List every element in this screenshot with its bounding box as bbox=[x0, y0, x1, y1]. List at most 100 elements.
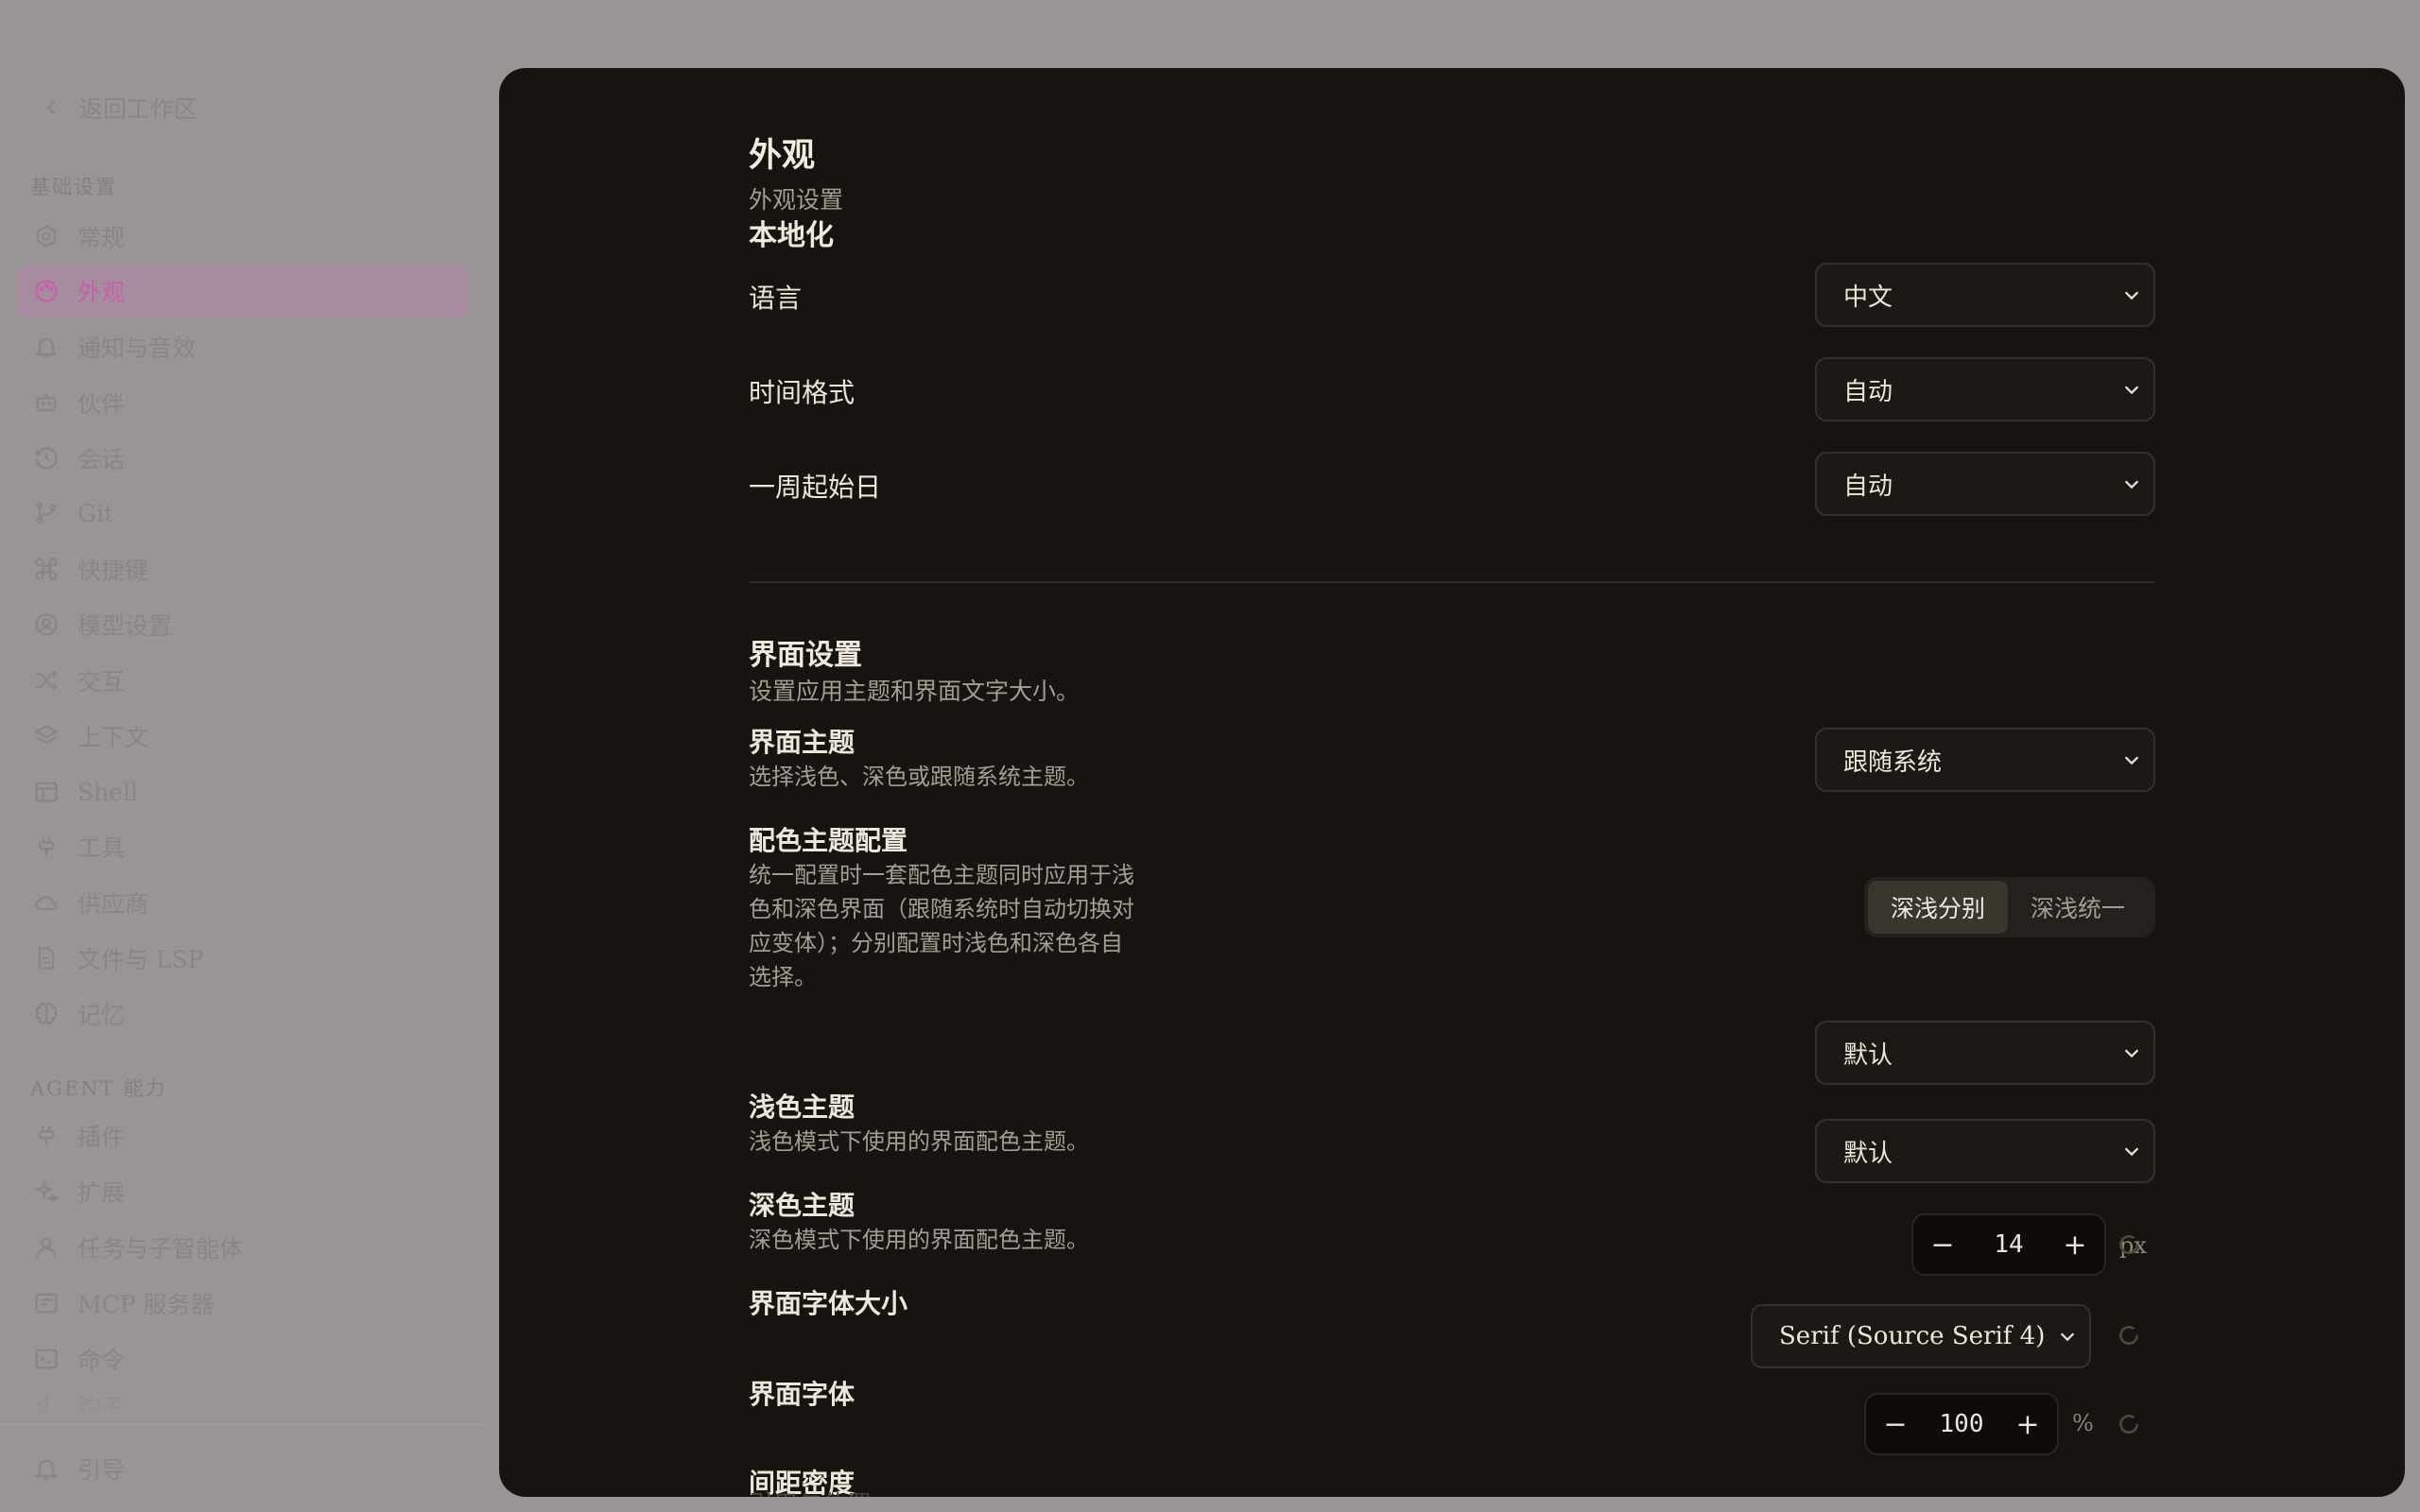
sidebar-item-companion[interactable]: 伙伴 bbox=[17, 376, 469, 429]
decrement-button[interactable]: − bbox=[1927, 1228, 1959, 1262]
sidebar-item-sessions[interactable]: 会话 bbox=[17, 432, 469, 485]
color-config-label: 配色主题配置 bbox=[749, 825, 908, 856]
sidebar-item-label: 快捷键 bbox=[78, 557, 149, 584]
sidebar-item-label: 上下文 bbox=[78, 724, 149, 751]
density-value[interactable]: 100 bbox=[1940, 1410, 1984, 1438]
shuffle-icon bbox=[32, 666, 60, 695]
color-config-segmented-control: 深浅分别 深浅统一 bbox=[1864, 877, 2155, 937]
terminal-icon bbox=[32, 1345, 60, 1373]
sidebar-item-label: 命令 bbox=[78, 1347, 126, 1374]
sidebar-item-label: 记忆 bbox=[78, 1002, 126, 1029]
chevron-down-icon bbox=[2124, 1049, 2139, 1058]
bell-icon bbox=[32, 1454, 60, 1483]
sidebar-item-label: Git bbox=[78, 499, 114, 527]
page-title: 外观 bbox=[749, 136, 816, 175]
sidebar-item-plugins[interactable]: 插件 bbox=[17, 1109, 469, 1162]
page-subtitle: 外观设置 bbox=[749, 186, 844, 214]
sidebar-item-tools[interactable]: 工具 bbox=[17, 820, 469, 873]
theme-description: 选择浅色、深色或跟随系统主题。 bbox=[749, 764, 1089, 790]
color-config-desc-line: 应变体）；分别配置时浅色和深色各自 bbox=[749, 930, 1123, 956]
sidebar-item-label: 通知与音效 bbox=[78, 335, 197, 362]
chevron-left-icon bbox=[46, 100, 56, 115]
plug-icon bbox=[32, 1122, 60, 1150]
increment-button[interactable]: + bbox=[2059, 1228, 2091, 1262]
reset-density-icon[interactable] bbox=[2117, 1412, 2141, 1436]
brain-icon bbox=[32, 1000, 60, 1028]
sidebar-item-label: 模型设置 bbox=[78, 612, 173, 640]
time-format-select[interactable]: 自动 bbox=[1815, 357, 2155, 421]
sidebar-item-mcp-servers[interactable]: MCP 服务器 bbox=[17, 1277, 469, 1330]
increment-button[interactable]: + bbox=[2012, 1408, 2044, 1441]
server-icon bbox=[32, 1289, 60, 1317]
week-start-select[interactable]: 自动 bbox=[1815, 452, 2155, 516]
font-size-label: 界面字体大小 bbox=[749, 1288, 908, 1319]
light-theme-label: 浅色主题 bbox=[749, 1091, 856, 1123]
sidebar-item-providers[interactable]: 供应商 bbox=[17, 876, 469, 929]
reset-font-icon[interactable] bbox=[2117, 1323, 2141, 1348]
font-label: 界面字体 bbox=[749, 1379, 856, 1410]
sidebar-item-files-lsp[interactable]: 文件与 LSP bbox=[17, 932, 469, 985]
dark-theme-value: 默认 bbox=[1843, 1139, 1893, 1168]
dark-theme-label: 深色主题 bbox=[749, 1190, 856, 1221]
decrement-button[interactable]: − bbox=[1879, 1408, 1911, 1441]
terminal-window-icon bbox=[32, 778, 60, 806]
sidebar-item-label: 引导 bbox=[78, 1456, 126, 1484]
dark-theme-select[interactable]: 默认 bbox=[1815, 1119, 2155, 1183]
sidebar-item-extensions[interactable]: 扩展 bbox=[17, 1165, 469, 1218]
sidebar-scroll-fade bbox=[0, 1380, 486, 1423]
reset-font-size-icon[interactable] bbox=[2117, 1232, 2141, 1257]
theme-value: 跟随系统 bbox=[1843, 747, 1943, 777]
week-start-value: 自动 bbox=[1843, 472, 1893, 501]
sidebar-item-appearance[interactable]: 外观 bbox=[17, 265, 469, 318]
language-select[interactable]: 中文 bbox=[1815, 263, 2155, 327]
sidebar-item-model-settings[interactable]: 模型设置 bbox=[17, 598, 469, 651]
sidebar-item-git[interactable]: Git bbox=[17, 487, 469, 540]
segment-separate[interactable]: 深浅分别 bbox=[1868, 881, 2008, 934]
basic-settings-section-label: 基础设置 bbox=[30, 176, 117, 198]
theme-select[interactable]: 跟随系统 bbox=[1815, 728, 2155, 792]
segment-unified[interactable]: 深浅统一 bbox=[2008, 881, 2148, 934]
sidebar-item-label: 工具 bbox=[78, 834, 126, 862]
sidebar-item-commands[interactable]: 命令 bbox=[17, 1332, 469, 1385]
person-icon bbox=[32, 1233, 60, 1262]
time-format-value: 自动 bbox=[1843, 377, 1893, 406]
chevron-down-icon bbox=[2124, 386, 2139, 395]
sidebar-item-context[interactable]: 上下文 bbox=[17, 710, 469, 763]
plug-icon bbox=[32, 833, 60, 861]
settings-panel: 外观 外观设置 本地化 语言 中文 时间格式 自动 一周起始日 自动 界面设置 … bbox=[499, 68, 2405, 1497]
interface-heading: 界面设置 bbox=[749, 639, 862, 672]
file-icon bbox=[32, 944, 60, 972]
density-unit: % bbox=[2072, 1410, 2094, 1436]
chevron-down-icon bbox=[2060, 1332, 2075, 1342]
sidebar-item-shortcuts[interactable]: 快捷键 bbox=[17, 542, 469, 595]
settings-sidebar: 返回工作区 基础设置 常规 外观 通知与音效 伙伴 会话 Git 快捷键 模型设… bbox=[0, 0, 499, 1512]
palette-icon bbox=[32, 277, 60, 305]
sidebar-item-shell[interactable]: Shell bbox=[17, 765, 469, 818]
sidebar-item-label: Shell bbox=[78, 778, 139, 806]
sidebar-item-tasks-subagents[interactable]: 任务与子智能体 bbox=[17, 1221, 469, 1274]
week-start-label: 一周起始日 bbox=[749, 472, 882, 503]
partial-next-setting-label: 引用与位置 bbox=[749, 1486, 872, 1497]
color-config-desc-line: 统一配置时一套配色主题同时应用于浅 bbox=[749, 862, 1134, 888]
light-theme-select[interactable]: 默认 bbox=[1815, 1021, 2155, 1085]
time-format-label: 时间格式 bbox=[749, 377, 856, 408]
sidebar-item-onboarding[interactable]: 引导 bbox=[17, 1442, 469, 1495]
sidebar-item-label: MCP 服务器 bbox=[78, 1291, 215, 1318]
font-size-value[interactable]: 14 bbox=[1994, 1230, 2023, 1259]
back-to-workspace-link[interactable]: 返回工作区 bbox=[42, 89, 198, 127]
color-config-description: 统一配置时一套配色主题同时应用于浅 色和深色界面（跟随系统时自动切换对 应变体）… bbox=[749, 858, 1134, 994]
localization-heading: 本地化 bbox=[749, 219, 834, 252]
sidebar-item-notifications[interactable]: 通知与音效 bbox=[17, 320, 469, 373]
cloud-icon bbox=[32, 888, 60, 917]
git-branch-icon bbox=[32, 499, 60, 527]
back-label: 返回工作区 bbox=[79, 95, 199, 123]
font-select[interactable]: Serif (Source Serif 4) bbox=[1751, 1304, 2091, 1368]
sidebar-item-general[interactable]: 常规 bbox=[17, 210, 469, 263]
section-divider bbox=[749, 581, 2155, 583]
sidebar-item-label: 扩展 bbox=[78, 1179, 126, 1207]
sidebar-item-label: 任务与子智能体 bbox=[78, 1235, 244, 1263]
sidebar-item-interaction[interactable]: 交互 bbox=[17, 654, 469, 707]
color-config-desc-line: 色和深色界面（跟随系统时自动切换对 bbox=[749, 896, 1134, 922]
sidebar-item-label: 交互 bbox=[78, 668, 126, 696]
sidebar-item-memory[interactable]: 记忆 bbox=[17, 988, 469, 1040]
